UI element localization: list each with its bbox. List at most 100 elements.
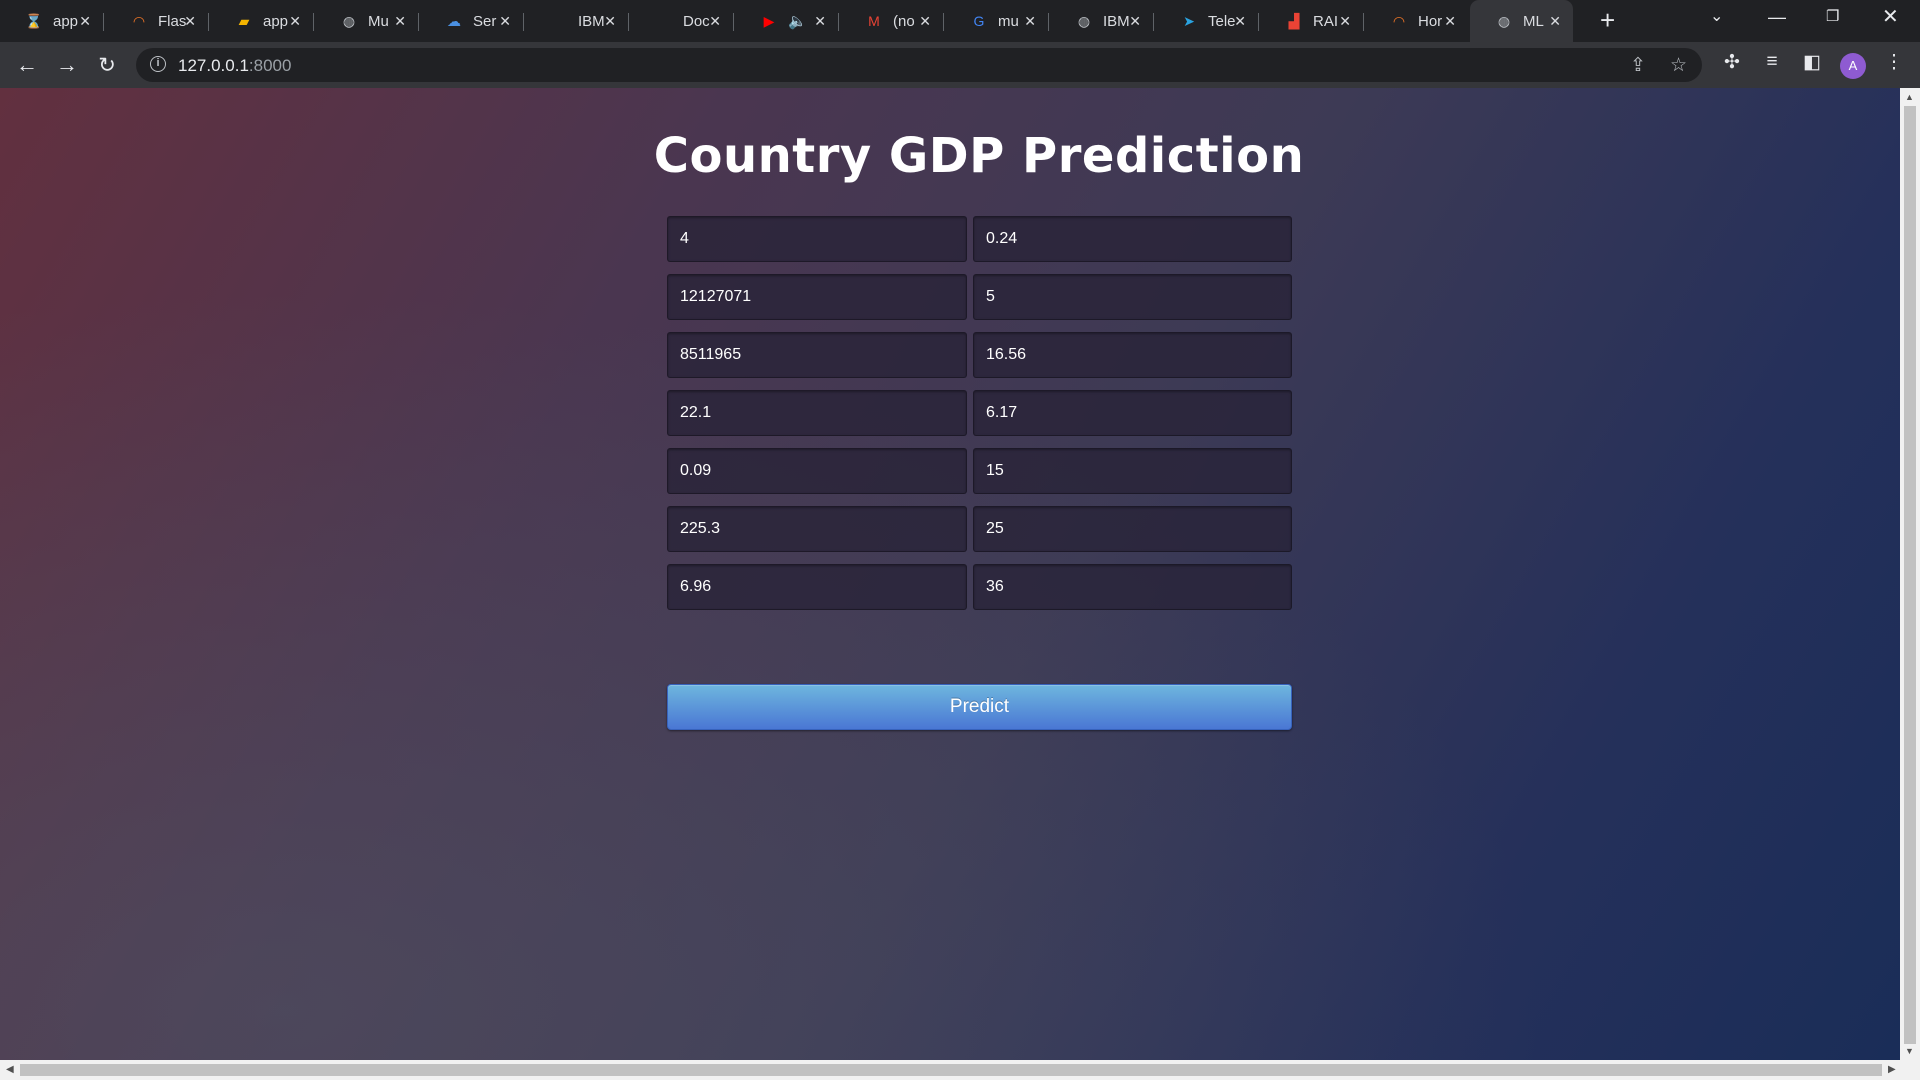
prediction-form — [667, 216, 1292, 622]
input-field[interactable] — [973, 274, 1292, 320]
tab-title: Doc — [683, 12, 710, 30]
url-host: 127.0.0.1 — [178, 56, 249, 75]
tab-close-icon[interactable]: ✕ — [1024, 12, 1036, 30]
share-icon[interactable]: ⇪ — [1630, 54, 1646, 77]
tab-title: IBM — [1103, 12, 1130, 30]
tab-title: Flas — [158, 12, 186, 30]
tab-close-icon[interactable]: ✕ — [394, 12, 406, 30]
input-field[interactable] — [973, 332, 1292, 378]
input-field[interactable] — [973, 216, 1292, 262]
car-icon: ▟ — [1288, 12, 1300, 29]
blank-icon — [654, 11, 674, 31]
tab-title: Hor — [1418, 12, 1443, 30]
blank-icon — [549, 11, 569, 31]
browser-tab[interactable]: ◍ ML ✕ — [1470, 0, 1573, 42]
tab-separator — [1153, 13, 1154, 31]
side-panel-icon[interactable]: ◧ — [1798, 51, 1826, 74]
tab-title: RAI — [1313, 12, 1339, 30]
input-field[interactable] — [973, 390, 1292, 436]
bookmark-star-icon[interactable]: ☆ — [1670, 54, 1687, 77]
scroll-up-arrow-icon[interactable]: ▲ — [1905, 92, 1914, 102]
tab-title: ML — [1523, 12, 1544, 30]
form-row — [667, 390, 1292, 436]
tab-title: Ser — [473, 12, 497, 30]
gmail-icon: M — [868, 13, 880, 29]
form-row — [667, 506, 1292, 552]
input-field[interactable] — [973, 506, 1292, 552]
tab-close-icon[interactable]: ✕ — [499, 12, 511, 30]
menu-kebab-icon[interactable]: ⋮ — [1880, 51, 1908, 74]
tab-close-icon[interactable]: ✕ — [709, 12, 721, 30]
input-field[interactable] — [973, 564, 1292, 610]
input-field[interactable] — [667, 216, 967, 262]
browser-tab[interactable]: ▰ app ✕ — [210, 4, 314, 38]
tab-separator — [838, 13, 839, 31]
back-button[interactable]: ← — [13, 51, 41, 79]
scroll-right-arrow-icon[interactable]: ▶ — [1888, 1064, 1896, 1075]
tab-close-icon[interactable]: ✕ — [919, 12, 931, 30]
close-window-button[interactable]: ✕ — [1882, 6, 1899, 28]
page-title: Country GDP Prediction — [653, 128, 1305, 184]
browser-tab[interactable]: ◍ Mu ✕ — [315, 4, 419, 38]
minimize-button[interactable]: — — [1768, 6, 1786, 28]
vertical-scrollbar[interactable]: ▲ ▼ — [1900, 88, 1920, 1060]
input-field[interactable] — [667, 332, 967, 378]
tab-close-icon[interactable]: ✕ — [1549, 12, 1561, 30]
extensions-puzzle-icon[interactable]: ✣ — [1718, 51, 1746, 74]
tab-title: IBM — [578, 12, 605, 30]
tab-close-icon[interactable]: ✕ — [1129, 12, 1141, 30]
browser-tab[interactable]: ◍ IBM ✕ — [1050, 4, 1154, 38]
scroll-left-arrow-icon[interactable]: ◀ — [6, 1064, 14, 1075]
browser-tab[interactable]: ⌛ app ✕ — [0, 4, 104, 38]
input-field[interactable] — [667, 564, 967, 610]
tab-title: (no — [893, 12, 915, 30]
media-controls-icon[interactable]: ≡ — [1758, 51, 1786, 73]
forward-button[interactable]: → — [53, 51, 81, 79]
input-field[interactable] — [973, 448, 1292, 494]
browser-tab[interactable]: ➤ Tele ✕ — [1155, 4, 1259, 38]
browser-tab[interactable]: IBM ✕ — [525, 4, 629, 38]
input-field[interactable] — [667, 506, 967, 552]
tab-close-icon[interactable]: ✕ — [1234, 12, 1246, 30]
input-field[interactable] — [667, 448, 967, 494]
tab-close-icon[interactable]: ✕ — [604, 12, 616, 30]
browser-tab[interactable]: ◠ Hor ✕ — [1365, 4, 1468, 38]
restore-button[interactable]: ❐ — [1826, 6, 1839, 28]
browser-tab[interactable]: ◠ Flas ✕ — [105, 4, 209, 38]
browser-tab[interactable]: ▟ RAI ✕ — [1260, 4, 1364, 38]
horizontal-scroll-thumb[interactable] — [20, 1064, 1882, 1076]
tab-close-icon[interactable]: ✕ — [1444, 12, 1456, 30]
input-field[interactable] — [667, 274, 967, 320]
reload-button[interactable]: ↻ — [93, 51, 121, 79]
cloud-icon: ☁ — [447, 12, 461, 29]
url-port: :8000 — [248, 56, 292, 75]
tab-search-chevron-icon[interactable]: ⌄ — [1710, 6, 1723, 28]
browser-toolbar: ← → ↻ i 127.0.0.1:8000 ⇪ ☆ ✣ ≡ ◧ A ⋮ — [0, 42, 1920, 88]
site-info-icon[interactable]: i — [150, 56, 166, 72]
browser-tab[interactable]: ▶ 🔈 ✕ — [735, 4, 839, 38]
profile-avatar[interactable]: A — [1840, 53, 1866, 79]
tab-close-icon[interactable]: ✕ — [1339, 12, 1351, 30]
new-tab-button[interactable]: + — [1600, 7, 1615, 33]
browser-tab[interactable]: ☁ Ser ✕ — [420, 4, 524, 38]
tab-close-icon[interactable]: ✕ — [79, 12, 91, 30]
tab-close-icon[interactable]: ✕ — [289, 12, 301, 30]
google-icon: G — [973, 13, 985, 29]
tab-separator — [1048, 13, 1049, 31]
vertical-scroll-thumb[interactable] — [1904, 106, 1916, 1044]
address-bar[interactable]: i 127.0.0.1:8000 ⇪ ☆ — [136, 48, 1702, 82]
form-row — [667, 274, 1292, 320]
browser-tab[interactable]: Gmu ✕ — [945, 4, 1049, 38]
horizontal-scrollbar[interactable]: ◀ ▶ — [0, 1060, 1920, 1080]
tab-separator — [103, 13, 104, 31]
url-text[interactable]: 127.0.0.1:8000 — [178, 56, 291, 76]
predict-button[interactable]: Predict — [667, 684, 1292, 730]
browser-tab[interactable]: Doc ✕ — [630, 4, 734, 38]
tab-close-icon[interactable]: ✕ — [814, 12, 826, 30]
input-field[interactable] — [667, 390, 967, 436]
tab-separator — [733, 13, 734, 31]
scroll-down-arrow-icon[interactable]: ▼ — [1905, 1046, 1914, 1056]
browser-tab[interactable]: M (no ✕ — [840, 4, 944, 38]
tab-close-icon[interactable]: ✕ — [184, 12, 196, 30]
tab-title: Mu — [368, 12, 389, 30]
